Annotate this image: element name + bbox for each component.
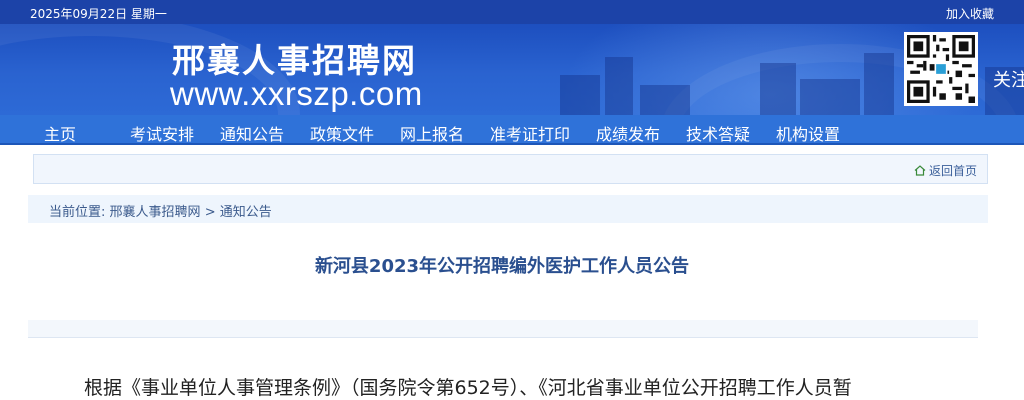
nav-item-admission-ticket[interactable]: 准考证打印 [490,121,570,145]
breadcrumb-current-link[interactable]: 通知公告 [220,205,272,220]
nav-item-notices[interactable]: 通知公告 [220,121,284,145]
article-body-first-line: 根据《事业单位人事管理条例》（国务院令第652号）、《河北省事业单位公开招聘工作… [84,377,852,399]
breadcrumb-home-link[interactable]: 邢襄人事招聘网 [110,205,201,220]
back-home-label: 返回首页 [928,164,977,178]
header-banner: 邢襄人事招聘网 www.xxrszp.com 关注 [0,24,1024,115]
current-date: 2025年09月22日 星期一 [30,7,167,21]
breadcrumb: 当前位置: 邢襄人事招聘网 > 通知公告 [28,195,988,223]
qr-code-image [904,32,978,106]
nav-item-policy-files[interactable]: 政策文件 [310,121,374,145]
nav-item-home[interactable]: 主页 [44,121,76,145]
home-icon [914,165,926,176]
add-to-favorites-link[interactable]: 加入收藏 [946,5,994,22]
main-nav: 主页 考试安排 通知公告 政策文件 网上报名 准考证打印 成绩发布 技术答疑 机… [0,115,1024,145]
top-bar: 2025年09月22日 星期一 加入收藏 [0,0,1024,24]
nav-item-exam-schedule[interactable]: 考试安排 [130,121,194,145]
nav-item-online-registration[interactable]: 网上报名 [400,121,464,145]
nav-item-results[interactable]: 成绩发布 [596,121,660,145]
back-home-link[interactable]: 返回首页 [914,162,977,179]
site-url: www.xxrszp.com [170,75,423,112]
article-meta-strip [28,320,978,338]
nav-item-tech-support[interactable]: 技术答疑 [686,121,750,145]
nav-item-organization[interactable]: 机构设置 [776,121,840,145]
toolbar-box: 返回首页 [33,154,988,184]
follow-label: 关注 [993,70,1024,91]
breadcrumb-separator: > [204,205,216,220]
article-title: 新河县2023年公开招聘编外医护工作人员公告 [314,256,690,277]
breadcrumb-prefix: 当前位置: [49,205,106,220]
